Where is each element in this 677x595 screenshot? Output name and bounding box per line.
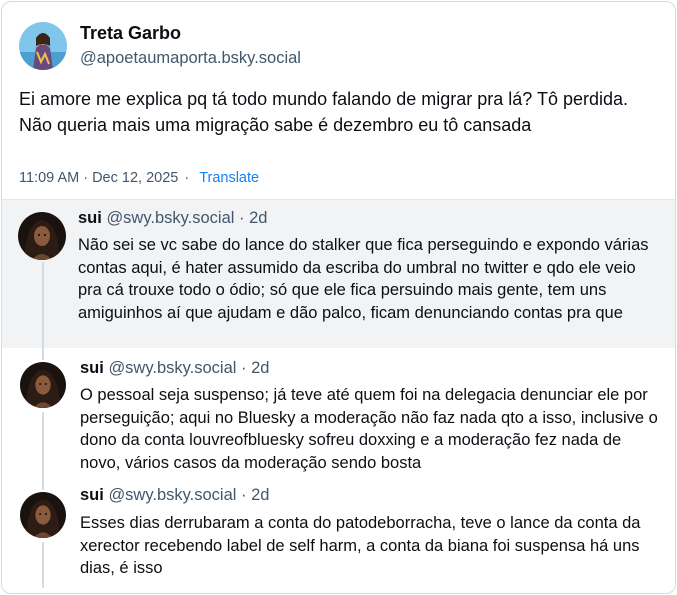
reply-text: Esses dias derrubaram a conta do patodeb…	[80, 514, 641, 577]
reply-author-name[interactable]: sui	[80, 486, 104, 504]
author-handle[interactable]: @apoetaumaporta.bsky.social	[80, 49, 301, 68]
thread-line	[42, 542, 44, 588]
thread-line	[42, 412, 44, 478]
reply-item[interactable]: sui @swy.bsky.social · 2d O pessoal seja…	[2, 348, 675, 478]
reply-avatar[interactable]	[20, 492, 66, 538]
post-timestamp[interactable]: 11:09 AM · Dec 12, 2025	[19, 170, 178, 186]
reply-text: Não sei se vc sabe do lance do stalker q…	[78, 236, 649, 322]
reply-author-handle[interactable]: @swy.bsky.social	[108, 359, 236, 377]
reply-author-handle[interactable]: @swy.bsky.social	[106, 209, 234, 227]
meta-separator: ·	[184, 170, 190, 186]
reply-age[interactable]: · 2d	[241, 486, 269, 504]
reply-header: sui @swy.bsky.social · 2d	[80, 359, 269, 378]
reply-author-name[interactable]: sui	[78, 209, 102, 227]
reply-author-name[interactable]: sui	[80, 359, 104, 377]
thread-line	[42, 262, 44, 348]
reply-header: sui @swy.bsky.social · 2d	[78, 209, 267, 228]
reply-text: O pessoal seja suspenso; já teve até que…	[80, 386, 658, 472]
reply-avatar[interactable]	[20, 362, 66, 408]
reply-age[interactable]: · 2d	[239, 209, 267, 227]
reply-item[interactable]: sui @swy.bsky.social · 2d Não sei se vc …	[2, 200, 675, 348]
post-meta: 11:09 AM · Dec 12, 2025 · Translate	[19, 170, 259, 186]
author-avatar[interactable]	[19, 22, 67, 70]
reply-header: sui @swy.bsky.social · 2d	[80, 486, 269, 505]
reply-age[interactable]: · 2d	[241, 359, 269, 377]
reply-item[interactable]: sui @swy.bsky.social · 2d Esses dias der…	[2, 478, 675, 593]
reply-author-handle[interactable]: @swy.bsky.social	[108, 486, 236, 504]
author-name[interactable]: Treta Garbo	[80, 23, 181, 44]
post-text: Ei amore me explica pq tá todo mundo fal…	[19, 89, 629, 135]
post-thread-card: Treta Garbo @apoetaumaporta.bsky.social …	[1, 1, 676, 594]
thread-line	[42, 478, 44, 490]
thread-line	[42, 348, 44, 360]
reply-avatar[interactable]	[18, 212, 66, 260]
translate-link[interactable]: Translate	[199, 170, 259, 186]
